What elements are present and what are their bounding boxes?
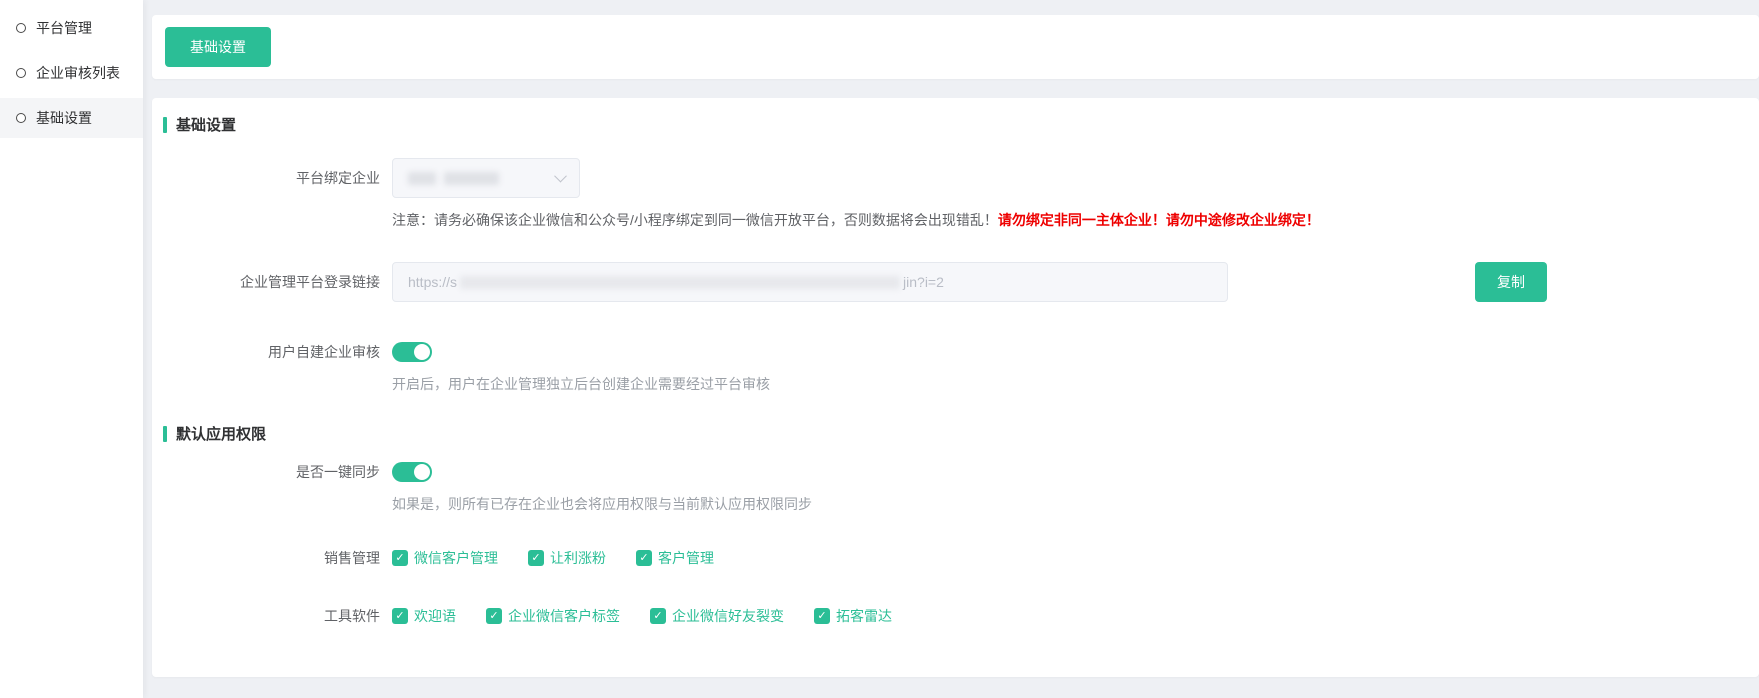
self-build-review-row: 用户自建企业审核 — [152, 342, 1759, 362]
checkbox-check-icon: ✓ — [486, 608, 502, 624]
note-text: 注意：请务必确保该企业微信和公众号/小程序绑定到同一微信开放平台，否则数据将会出… — [392, 212, 998, 228]
self-build-review-label: 用户自建企业审核 — [152, 342, 380, 362]
checkbox-label: 微信客户管理 — [414, 548, 498, 568]
redacted-url-middle — [460, 276, 900, 289]
redacted-value — [408, 172, 436, 185]
login-link-row: 企业管理平台登录链接 https://s jin?i=2 复制 — [152, 262, 1759, 302]
toggle-knob — [414, 344, 430, 360]
checkbox-check-icon: ✓ — [392, 550, 408, 566]
note-warning-text: 请勿绑定非同一主体企业！请勿中途修改企业绑定！ — [998, 212, 1320, 228]
self-build-review-helper: 开启后，用户在企业管理独立后台创建企业需要经过平台审核 — [392, 375, 1739, 393]
self-build-review-toggle[interactable] — [392, 342, 432, 362]
settings-form-card: 基础设置 平台绑定企业 注意：请务必确保该企业微信和公众号/小程序绑定到同一微信… — [152, 98, 1759, 677]
one-key-sync-label: 是否一键同步 — [152, 462, 380, 482]
login-link-input[interactable]: https://s jin?i=2 — [392, 262, 1228, 302]
checkbox-customer-management[interactable]: ✓ 客户管理 — [636, 548, 714, 568]
chevron-down-icon — [554, 170, 567, 183]
checkbox-wechat-customer-management[interactable]: ✓ 微信客户管理 — [392, 548, 498, 568]
checkbox-wecom-friend-fission[interactable]: ✓ 企业微信好友裂变 — [650, 606, 784, 626]
one-key-sync-row: 是否一键同步 — [152, 462, 1759, 482]
tab-basic-settings[interactable]: 基础设置 — [165, 27, 271, 67]
sidebar-item-label: 企业审核列表 — [36, 63, 120, 83]
copy-button[interactable]: 复制 — [1475, 262, 1547, 302]
circle-bullet-icon — [16, 113, 26, 123]
circle-bullet-icon — [16, 23, 26, 33]
sidebar-item-basic-settings[interactable]: 基础设置 — [0, 98, 143, 138]
circle-bullet-icon — [16, 68, 26, 78]
platform-bind-label: 平台绑定企业 — [152, 158, 380, 198]
section-header-basic-settings: 基础设置 — [163, 114, 236, 135]
url-prefix: https://s — [408, 274, 457, 290]
sidebar-item-label: 基础设置 — [36, 108, 92, 128]
checkbox-label: 企业微信好友裂变 — [672, 606, 784, 626]
redacted-value — [444, 172, 499, 185]
section-header-default-permissions: 默认应用权限 — [163, 423, 266, 444]
checkbox-check-icon: ✓ — [528, 550, 544, 566]
checkbox-check-icon: ✓ — [650, 608, 666, 624]
checkbox-check-icon: ✓ — [814, 608, 830, 624]
checkbox-welcome-message[interactable]: ✓ 欢迎语 — [392, 606, 456, 626]
checkbox-check-icon: ✓ — [636, 550, 652, 566]
tool-software-label: 工具软件 — [152, 606, 380, 626]
platform-bind-note: 注意：请务必确保该企业微信和公众号/小程序绑定到同一微信开放平台，否则数据将会出… — [392, 210, 1739, 230]
tool-software-row: 工具软件 ✓ 欢迎语 ✓ 企业微信客户标签 ✓ 企业微信好友裂变 ✓ 拓客雷达 — [152, 606, 1759, 626]
checkbox-label: 客户管理 — [658, 548, 714, 568]
checkbox-label: 企业微信客户标签 — [508, 606, 620, 626]
platform-bind-select[interactable] — [392, 158, 580, 198]
platform-bind-row: 平台绑定企业 — [152, 158, 1759, 198]
checkbox-profit-fans-growth[interactable]: ✓ 让利涨粉 — [528, 548, 606, 568]
checkbox-label: 拓客雷达 — [836, 606, 892, 626]
checkbox-label: 让利涨粉 — [550, 548, 606, 568]
one-key-sync-toggle[interactable] — [392, 462, 432, 482]
toolbar-card: 基础设置 — [152, 15, 1759, 79]
section-title: 基础设置 — [176, 114, 236, 135]
sidebar: 平台管理 企业审核列表 基础设置 — [0, 0, 143, 698]
login-link-label: 企业管理平台登录链接 — [152, 262, 380, 302]
sidebar-item-enterprise-review-list[interactable]: 企业审核列表 — [0, 53, 143, 93]
section-accent-bar — [163, 117, 167, 133]
one-key-sync-helper: 如果是，则所有已存在企业也会将应用权限与当前默认应用权限同步 — [392, 495, 1739, 513]
checkbox-wecom-customer-tags[interactable]: ✓ 企业微信客户标签 — [486, 606, 620, 626]
checkbox-customer-radar[interactable]: ✓ 拓客雷达 — [814, 606, 892, 626]
sales-management-label: 销售管理 — [152, 548, 380, 568]
sales-management-row: 销售管理 ✓ 微信客户管理 ✓ 让利涨粉 ✓ 客户管理 — [152, 548, 1759, 568]
checkbox-label: 欢迎语 — [414, 606, 456, 626]
sidebar-item-label: 平台管理 — [36, 18, 92, 38]
section-title: 默认应用权限 — [176, 423, 266, 444]
section-accent-bar — [163, 426, 167, 442]
toggle-knob — [414, 464, 430, 480]
checkbox-check-icon: ✓ — [392, 608, 408, 624]
url-suffix: jin?i=2 — [903, 274, 944, 290]
sidebar-item-platform-management[interactable]: 平台管理 — [0, 8, 143, 48]
